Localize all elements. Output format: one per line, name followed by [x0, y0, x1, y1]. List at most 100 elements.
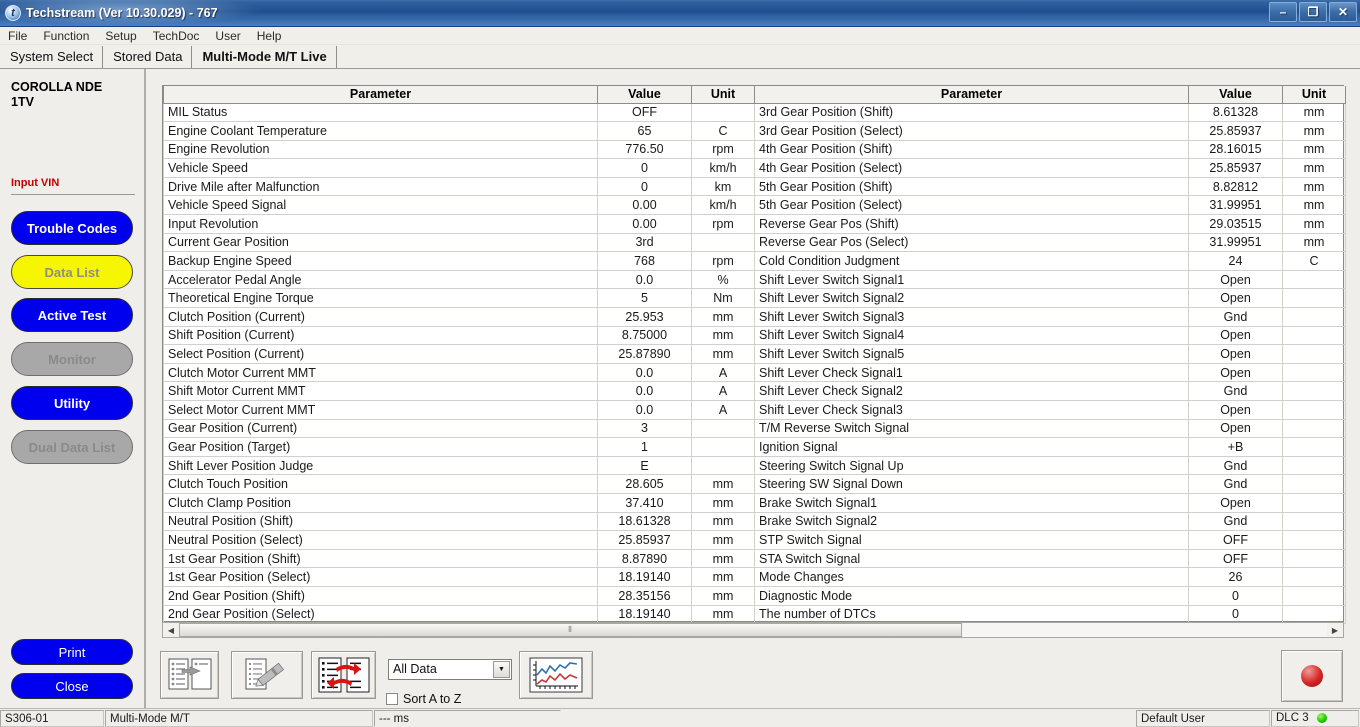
table-row[interactable]: Engine Coolant Temperature65C	[164, 122, 755, 141]
menu-item-help[interactable]: Help	[249, 28, 290, 44]
graph-view-button[interactable]	[519, 651, 593, 699]
select-items-button[interactable]	[160, 651, 219, 699]
table-row[interactable]: Accelerator Pedal Angle0.0%	[164, 270, 755, 289]
sidebar-item-utility[interactable]: Utility	[11, 386, 133, 420]
scroll-left-arrow-icon[interactable]: ◀	[163, 623, 179, 637]
table-row[interactable]: STP Switch SignalOFF	[755, 531, 1346, 550]
table-row[interactable]: Theoretical Engine Torque5Nm	[164, 289, 755, 308]
table-row[interactable]: Shift Lever Switch Signal4Open	[755, 326, 1346, 345]
cell-parameter: Gear Position (Target)	[164, 438, 598, 457]
table-row[interactable]: 2nd Gear Position (Select)18.19140mm	[164, 605, 755, 624]
minimize-icon[interactable]: –	[1269, 2, 1297, 22]
table-row[interactable]: Shift Lever Check Signal3Open	[755, 401, 1346, 420]
swap-items-button[interactable]	[311, 651, 376, 699]
table-row[interactable]: Brake Switch Signal2Gnd	[755, 512, 1346, 531]
menu-item-techdoc[interactable]: TechDoc	[145, 28, 208, 44]
column-header-value[interactable]: Value	[598, 86, 692, 103]
table-row[interactable]: The number of DTCs0	[755, 605, 1346, 624]
sidebar-item-data-list[interactable]: Data List	[11, 255, 133, 289]
table-row[interactable]: Brake Switch Signal1Open	[755, 493, 1346, 512]
table-row[interactable]: Select Position (Current)25.87890mm	[164, 345, 755, 364]
table-row[interactable]: Diagnostic Mode0	[755, 586, 1346, 605]
table-row[interactable]: Shift Lever Switch Signal5Open	[755, 345, 1346, 364]
cell-parameter: Backup Engine Speed	[164, 252, 598, 271]
table-row[interactable]: 1st Gear Position (Shift)8.87890mm	[164, 549, 755, 568]
menu-item-setup[interactable]: Setup	[97, 28, 144, 44]
table-row[interactable]: 4th Gear Position (Shift)28.16015mm	[755, 140, 1346, 159]
table-row[interactable]: Vehicle Speed Signal0.00km/h	[164, 196, 755, 215]
table-row[interactable]: Clutch Clamp Position37.410mm	[164, 493, 755, 512]
scrollbar-thumb[interactable]: ⦀	[179, 623, 962, 637]
table-row[interactable]: 5th Gear Position (Shift)8.82812mm	[755, 177, 1346, 196]
cell-unit: mm	[1283, 196, 1346, 215]
table-row[interactable]: Gear Position (Target)1	[164, 438, 755, 457]
table-row[interactable]: Shift Lever Check Signal2Gnd	[755, 382, 1346, 401]
table-row[interactable]: Backup Engine Speed768rpm	[164, 252, 755, 271]
table-row[interactable]: Gear Position (Current)3	[164, 419, 755, 438]
table-row[interactable]: MIL StatusOFF	[164, 103, 755, 122]
scrollbar-track[interactable]: ⦀	[179, 623, 1327, 637]
sort-a-to-z-checkbox-row[interactable]: Sort A to Z	[386, 692, 461, 706]
table-row[interactable]: Shift Lever Check Signal1Open	[755, 363, 1346, 382]
cell-parameter: Clutch Touch Position	[164, 475, 598, 494]
close-icon[interactable]: ✕	[1329, 2, 1357, 22]
table-row[interactable]: Shift Lever Switch Signal2Open	[755, 289, 1346, 308]
column-header-parameter[interactable]: Parameter	[755, 86, 1189, 103]
column-header-unit[interactable]: Unit	[1283, 86, 1346, 103]
input-vin-link[interactable]: Input VIN	[11, 177, 59, 189]
table-row[interactable]: 4th Gear Position (Select)25.85937mm	[755, 159, 1346, 178]
table-row[interactable]: Reverse Gear Pos (Shift)29.03515mm	[755, 215, 1346, 234]
save-snapshot-button[interactable]	[231, 651, 303, 699]
table-row[interactable]: Current Gear Position3rd	[164, 233, 755, 252]
table-row[interactable]: Vehicle Speed0km/h	[164, 159, 755, 178]
table-row[interactable]: Cold Condition Judgment24C	[755, 252, 1346, 271]
table-row[interactable]: T/M Reverse Switch SignalOpen	[755, 419, 1346, 438]
scroll-right-arrow-icon[interactable]: ▶	[1327, 623, 1343, 637]
table-row[interactable]: Clutch Motor Current MMT0.0A	[164, 363, 755, 382]
table-row[interactable]: Select Motor Current MMT0.0A	[164, 401, 755, 420]
table-row[interactable]: 1st Gear Position (Select)18.19140mm	[164, 568, 755, 587]
table-row[interactable]: Engine Revolution776.50rpm	[164, 140, 755, 159]
sort-a-to-z-checkbox[interactable]	[386, 693, 398, 705]
tab-stored-data[interactable]: Stored Data	[103, 46, 192, 68]
table-row[interactable]: Clutch Touch Position28.605mm	[164, 475, 755, 494]
table-row[interactable]: Reverse Gear Pos (Select)31.99951mm	[755, 233, 1346, 252]
table-row[interactable]: Shift Lever Switch Signal1Open	[755, 270, 1346, 289]
tab-multi-mode-mt-live[interactable]: Multi-Mode M/T Live	[192, 46, 336, 68]
chevron-down-icon[interactable]: ▼	[493, 661, 510, 678]
table-row[interactable]: Steering SW Signal DownGnd	[755, 475, 1346, 494]
cell-parameter: Neutral Position (Select)	[164, 531, 598, 550]
menu-item-file[interactable]: File	[0, 28, 35, 44]
table-row[interactable]: Steering Switch Signal UpGnd	[755, 456, 1346, 475]
data-filter-select[interactable]: All Data ▼	[388, 659, 512, 680]
table-row[interactable]: STA Switch SignalOFF	[755, 549, 1346, 568]
table-row[interactable]: 2nd Gear Position (Shift)28.35156mm	[164, 586, 755, 605]
table-row[interactable]: Shift Position (Current)8.75000mm	[164, 326, 755, 345]
tab-system-select[interactable]: System Select	[0, 46, 103, 68]
sidebar-item-trouble-codes[interactable]: Trouble Codes	[11, 211, 133, 245]
table-row[interactable]: 3rd Gear Position (Shift)8.61328mm	[755, 103, 1346, 122]
table-row[interactable]: Drive Mile after Malfunction0km	[164, 177, 755, 196]
menu-item-function[interactable]: Function	[35, 28, 97, 44]
cell-unit	[692, 103, 755, 122]
table-row[interactable]: Shift Lever Switch Signal3Gnd	[755, 308, 1346, 327]
record-button[interactable]	[1281, 650, 1343, 702]
table-row[interactable]: Mode Changes26	[755, 568, 1346, 587]
cell-parameter: Diagnostic Mode	[755, 586, 1189, 605]
table-row[interactable]: Input Revolution0.00rpm	[164, 215, 755, 234]
table-row[interactable]: 3rd Gear Position (Select)25.85937mm	[755, 122, 1346, 141]
menu-item-user[interactable]: User	[207, 28, 248, 44]
table-row[interactable]: Ignition Signal+B	[755, 438, 1346, 457]
table-row[interactable]: Neutral Position (Select)25.85937mm	[164, 531, 755, 550]
horizontal-scrollbar[interactable]: ◀ ⦀ ▶	[162, 622, 1344, 638]
table-row[interactable]: Shift Motor Current MMT0.0A	[164, 382, 755, 401]
table-row[interactable]: Clutch Position (Current)25.953mm	[164, 308, 755, 327]
column-header-value[interactable]: Value	[1189, 86, 1283, 103]
table-row[interactable]: Shift Lever Position JudgeE	[164, 456, 755, 475]
table-row[interactable]: 5th Gear Position (Select)31.99951mm	[755, 196, 1346, 215]
column-header-parameter[interactable]: Parameter	[164, 86, 598, 103]
maximize-icon[interactable]: ❐	[1299, 2, 1327, 22]
sidebar-item-active-test[interactable]: Active Test	[11, 298, 133, 332]
table-row[interactable]: Neutral Position (Shift)18.61328mm	[164, 512, 755, 531]
column-header-unit[interactable]: Unit	[692, 86, 755, 103]
